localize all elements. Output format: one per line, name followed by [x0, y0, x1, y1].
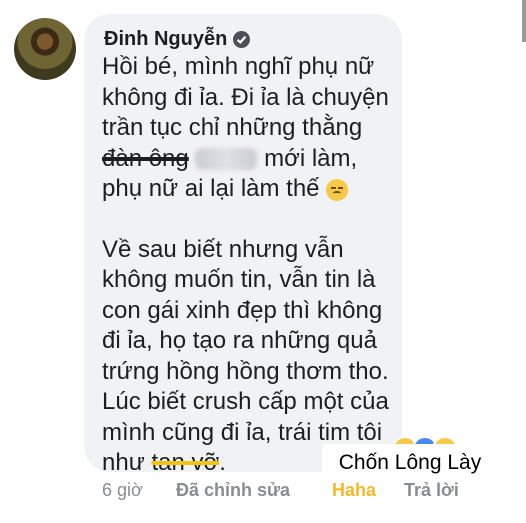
comment-timestamp[interactable]: 6 giờ [102, 480, 143, 501]
blurred-text [195, 148, 258, 171]
reply-button[interactable]: Trả lời [404, 480, 459, 501]
text-line: . [219, 449, 226, 476]
haha-reaction-button[interactable]: Haha [332, 480, 376, 501]
watermark: Chốn Lông Lày [322, 444, 498, 482]
text-line: trần tục chỉ những thằng [102, 114, 363, 141]
text-line: mình cũng đi ỉa, trái tim tôi [102, 418, 383, 446]
paragraph-2: Về sau biết nhưng vẫn không muốn tin, vẫ… [102, 235, 402, 479]
text-line: con gái xinh đẹp thì không [102, 296, 383, 324]
paragraph-1: Hồi bé, mình nghĩ phụ nữ không đi ỉa. Đi… [102, 52, 402, 205]
text-line: phụ nữ ai lại làm thế [102, 175, 320, 202]
struck-text: đàn ông [102, 144, 189, 172]
struck-text-yellow: tan vỡ [151, 449, 220, 476]
avatar[interactable] [14, 18, 76, 80]
edited-label[interactable]: Đã chỉnh sửa [176, 480, 290, 501]
text-line: trứng hồng hồng thơm tho. [102, 357, 389, 385]
text-line: đi ỉa, họ tạo ra những quả [102, 327, 377, 354]
text-line: không muốn tin, vẫn tin là [102, 266, 376, 293]
text-line: Hồi bé, mình nghĩ phụ nữ [102, 53, 375, 80]
verified-icon [233, 31, 251, 48]
sad-face-emoji-icon [326, 178, 349, 201]
text-line: mới làm, [257, 144, 358, 172]
comment-author[interactable]: Đinh Nguyễn [104, 28, 251, 51]
scrollbar[interactable] [522, 0, 526, 42]
comment-text: Hồi bé, mình nghĩ phụ nữ không đi ỉa. Đi… [102, 52, 402, 479]
text-line: không đi ỉa. Đi ỉa là chuyện [102, 83, 389, 111]
text-line: Lúc biết crush cấp một của [102, 388, 389, 415]
author-name[interactable]: Đinh Nguyễn [104, 28, 227, 51]
text-line: Về sau biết nhưng vẫn [102, 235, 344, 263]
text-line: như [102, 449, 152, 476]
